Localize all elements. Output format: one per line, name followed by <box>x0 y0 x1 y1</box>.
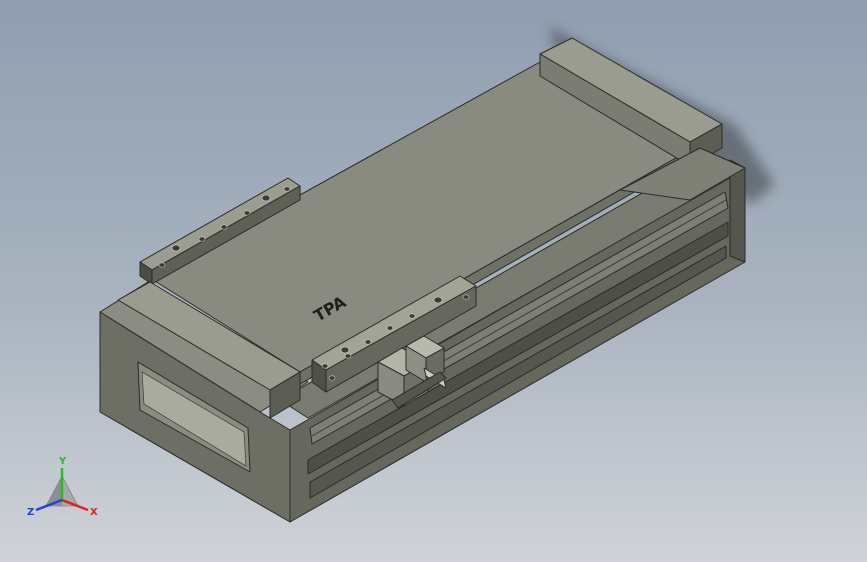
x-axis-label: X <box>90 507 98 518</box>
z-axis-label: Z <box>27 507 34 518</box>
y-axis-label: Y <box>58 456 67 467</box>
cad-viewport[interactable]: TPA Y X Z <box>0 0 867 562</box>
linear-module-model[interactable] <box>99 37 746 523</box>
coordinate-triad[interactable]: Y X Z <box>27 456 98 518</box>
cad-model-canvas[interactable]: TPA Y X Z <box>0 0 867 562</box>
